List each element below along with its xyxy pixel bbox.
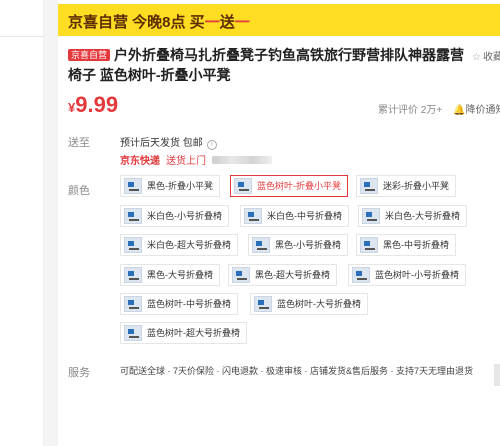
product-thumbnail: [254, 296, 272, 312]
color-option[interactable]: 米白色-超大号折叠椅: [120, 234, 238, 256]
color-label: 颜色: [68, 185, 90, 197]
color-option[interactable]: 蓝色树叶-小号折叠椅: [348, 264, 466, 286]
left-panel: [0, 0, 44, 446]
product-thumbnail: [124, 296, 142, 312]
color-option[interactable]: 蓝色树叶-大号折叠椅: [250, 293, 368, 315]
price: ¥9.99: [68, 92, 119, 117]
product-thumbnail: [244, 208, 262, 224]
color-option[interactable]: 米白色-大号折叠椅: [358, 205, 467, 227]
product-thumbnail: [360, 178, 378, 194]
ship-to-label: 送至: [68, 137, 90, 149]
blurred-address: [212, 156, 272, 164]
scrollbar[interactable]: [494, 364, 500, 386]
product-thumbnail: [362, 208, 380, 224]
product-thumbnail: [234, 178, 252, 194]
product-thumbnail: [360, 237, 378, 253]
product-thumbnail: [124, 325, 142, 341]
star-icon: ☆: [472, 52, 481, 63]
color-option[interactable]: 黑色-折叠小平凳: [120, 175, 220, 197]
color-option[interactable]: 迷彩-折叠小平凳: [356, 175, 456, 197]
color-option[interactable]: 蓝色树叶-超大号折叠椅: [120, 322, 247, 344]
product-thumbnail: [352, 267, 370, 283]
product-info-panel: 京喜自营 今晚8点 买一送一 京喜自营 户外折叠椅马扎折叠凳子钓鱼高铁旅行野营排队…: [58, 0, 500, 446]
product-thumbnail: [124, 178, 142, 194]
product-thumbnail: [232, 267, 250, 283]
service-label: 服务: [68, 367, 90, 379]
color-option[interactable]: 黑色-小号折叠椅: [248, 234, 348, 256]
color-option[interactable]: 米白色-小号折叠椅: [120, 205, 229, 227]
product-thumbnail: [124, 267, 142, 283]
product-title: 京喜自营 户外折叠椅马扎折叠凳子钓鱼高铁旅行野营排队神器露营椅子 蓝色树叶-折叠小…: [68, 45, 473, 85]
self-operated-badge: 京喜自营: [68, 49, 111, 61]
color-option[interactable]: 黑色-超大号折叠椅: [228, 264, 337, 286]
product-title-text: 户外折叠椅马扎折叠凳子钓鱼高铁旅行野营排队神器露营椅子 蓝色树叶-折叠小平凳: [68, 47, 465, 83]
product-thumbnail: [252, 237, 270, 253]
product-thumbnail: [124, 208, 142, 224]
color-option[interactable]: 黑色-中号折叠椅: [356, 234, 456, 256]
shipping-method: 京东快递 送货上门: [120, 152, 272, 167]
reviews-count[interactable]: 累计评价 2万+: [378, 101, 442, 116]
service-list: 可配送全球 · 7天价保险 · 闪电退款 · 极速审核 · 店铺发货&售后服务 …: [120, 366, 474, 376]
product-thumbnail: [124, 237, 142, 253]
price-row: ¥9.99 累计评价 2万+ 🔔降价通知: [68, 92, 500, 122]
bell-icon: 🔔: [453, 105, 466, 116]
promo-banner[interactable]: 京喜自营 今晚8点 买一送一: [58, 4, 500, 36]
color-option[interactable]: 米白色-中号折叠椅: [240, 205, 349, 227]
color-option-selected[interactable]: 蓝色树叶-折叠小平凳: [230, 175, 348, 197]
color-option[interactable]: 蓝色树叶-中号折叠椅: [120, 293, 238, 315]
collect-button[interactable]: ☆ 收藏: [472, 48, 500, 63]
divider: [0, 36, 44, 37]
info-icon[interactable]: i: [206, 140, 217, 150]
promo-banner-text: 京喜自营 今晚8点 买一送一: [68, 14, 250, 31]
color-option[interactable]: 黑色-大号折叠椅: [120, 264, 220, 286]
price-drop-notify-button[interactable]: 🔔降价通知: [453, 101, 500, 116]
shipping-estimate: 预计后天发货 包邮 i: [120, 134, 217, 150]
